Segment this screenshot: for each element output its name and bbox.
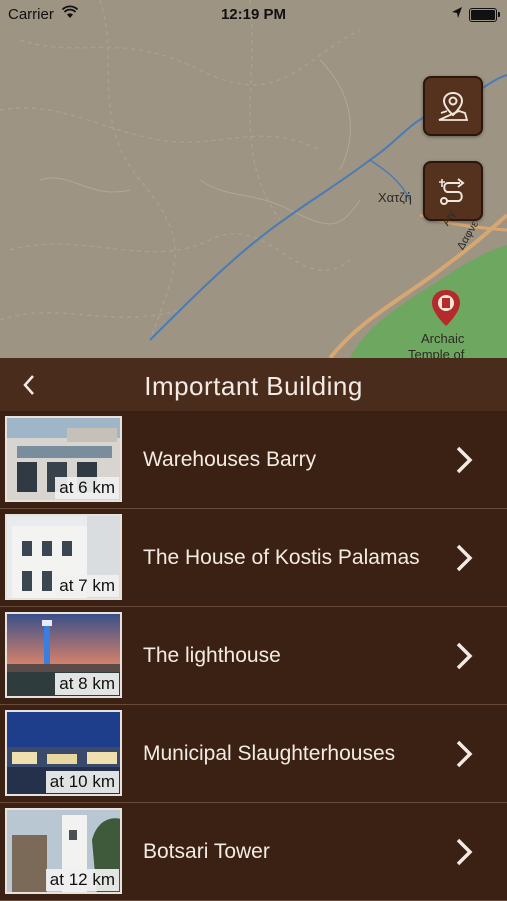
building-thumbnail: at 7 km (5, 514, 122, 600)
chevron-right-icon (456, 838, 473, 866)
poi-marker[interactable] (429, 288, 463, 333)
clock: 12:19 PM (220, 6, 287, 23)
distance-badge: at 8 km (55, 673, 119, 695)
poi-label: Archaic (421, 331, 465, 346)
chevron-right-icon (456, 642, 473, 670)
map-pin-icon (432, 290, 460, 326)
list-item[interactable]: at 8 km The lighthouse (0, 607, 507, 705)
list-item[interactable]: at 6 km Warehouses Barry (0, 411, 507, 509)
list-item[interactable]: at 12 km Botsari Tower (0, 803, 507, 901)
distance-badge: at 12 km (45, 869, 119, 891)
buildings-panel: Important Building at 6 km Warehouses Ba… (0, 358, 507, 901)
building-name: Botsari Tower (143, 840, 270, 863)
chevron-right-icon (456, 544, 473, 572)
building-thumbnail: at 8 km (5, 612, 122, 698)
map-location-icon (438, 91, 469, 121)
map-place-label: Χατζή (378, 190, 412, 205)
panel-header: Important Building (0, 358, 507, 411)
route-icon (439, 178, 465, 205)
building-name: The House of Kostis Palamas (143, 546, 420, 569)
map-view[interactable]: Carrier 12:19 PM Χατζή Αιγ Δαφνε Archaic… (0, 0, 507, 358)
building-thumbnail: at 12 km (5, 808, 122, 894)
building-name: Municipal Slaughterhouses (143, 742, 396, 765)
location-arrow-icon (451, 6, 463, 24)
distance-badge: at 10 km (45, 771, 119, 793)
distance-badge: at 7 km (55, 575, 119, 597)
building-thumbnail: at 10 km (5, 710, 122, 796)
status-bar: Carrier 12:19 PM (0, 0, 507, 30)
list-item[interactable]: at 10 km Municipal Slaughterhouses (0, 705, 507, 803)
map-location-button[interactable] (423, 76, 483, 136)
poi-label-2: Temple of (408, 347, 465, 358)
distance-badge: at 6 km (55, 477, 119, 499)
list-item[interactable]: at 7 km The House of Kostis Palamas (0, 509, 507, 607)
chevron-right-icon (456, 446, 473, 474)
chevron-right-icon (456, 740, 473, 768)
building-name: Warehouses Barry (143, 448, 317, 471)
battery-icon (469, 8, 500, 22)
building-name: The lighthouse (143, 644, 281, 667)
page-title: Important Building (144, 371, 363, 401)
building-thumbnail: at 6 km (5, 416, 122, 502)
buildings-list: at 6 km Warehouses Barry at 7 km The Hou… (0, 411, 507, 901)
